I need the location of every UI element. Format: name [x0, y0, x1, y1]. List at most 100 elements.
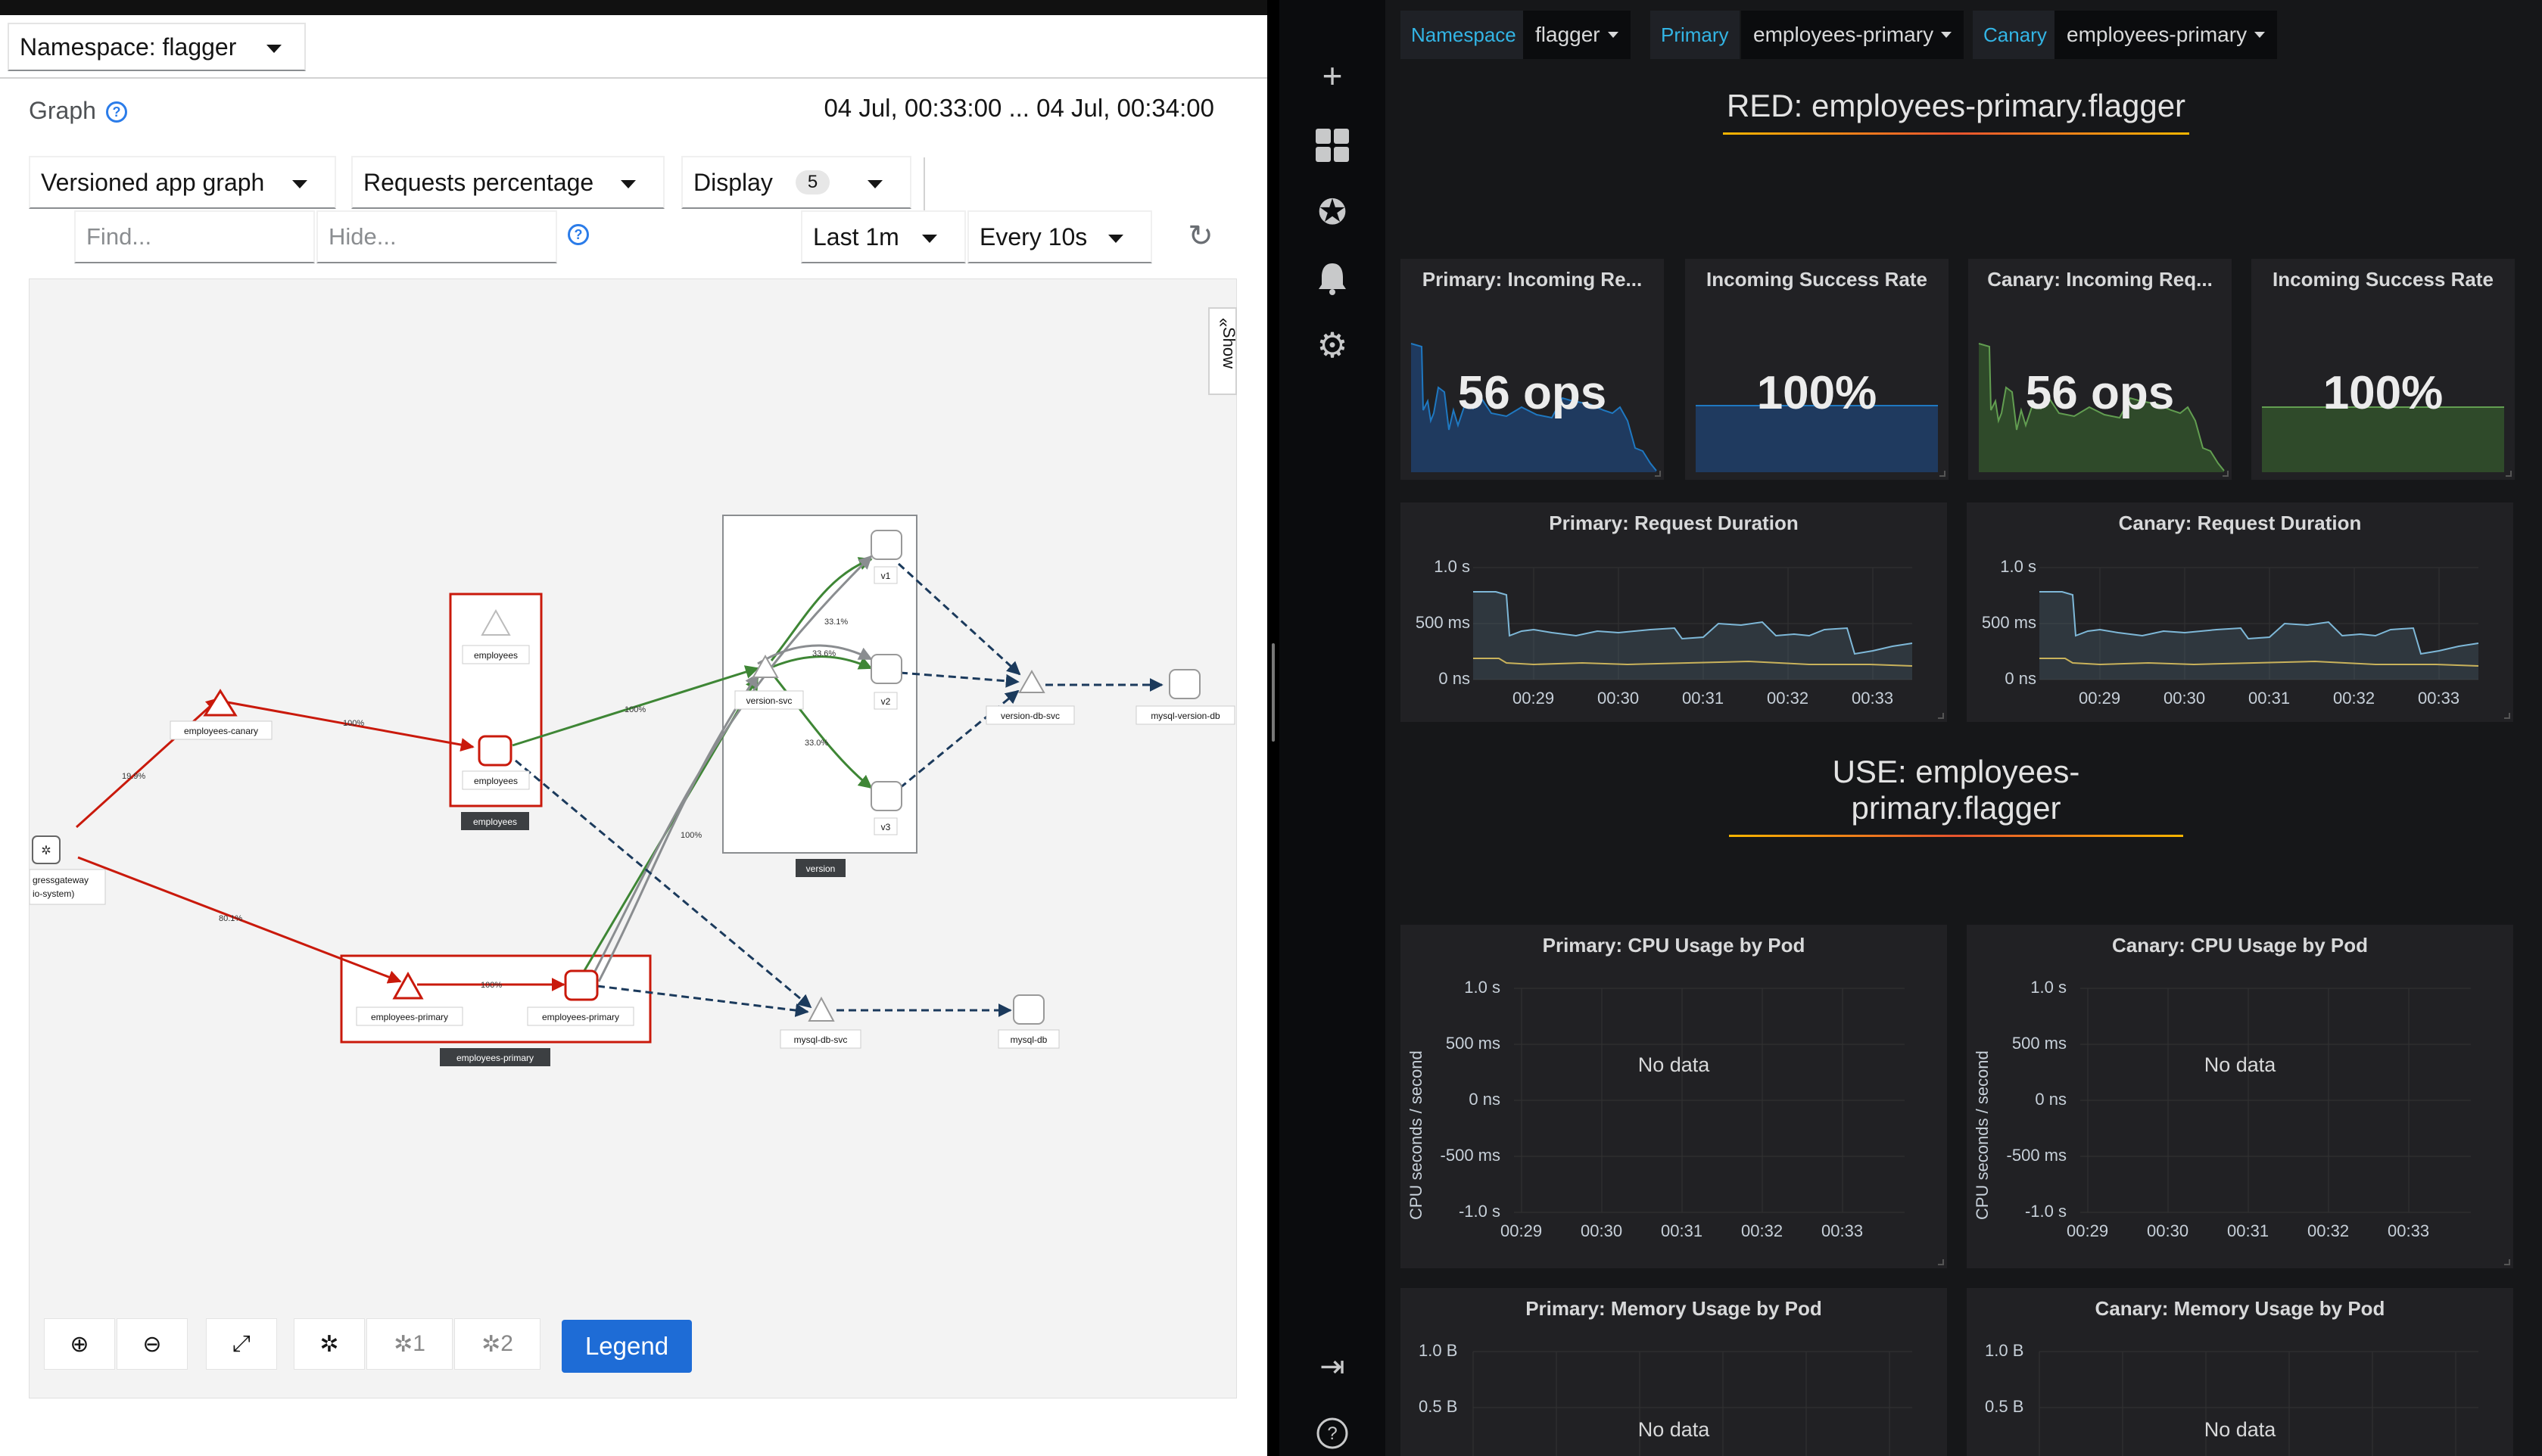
y-tick: 0 ns	[2035, 1090, 2067, 1109]
stat-value: 100%	[1756, 367, 1877, 419]
edge-labels-label: Requests percentage	[363, 168, 594, 196]
mysql-version-db-node[interactable]	[1169, 669, 1201, 699]
pane-divider[interactable]	[1267, 0, 1279, 1456]
fit-graph-button[interactable]: ⤢	[206, 1318, 277, 1370]
mysql-db-svc-node[interactable]	[808, 996, 835, 1022]
edge-gw-canary[interactable]	[75, 697, 220, 829]
v3-node[interactable]	[871, 781, 902, 811]
x-tick: 00:30	[2147, 1221, 2189, 1240]
stat-panel-canary-success[interactable]: Incoming Success Rate 100%	[2251, 259, 2515, 480]
panel-resize-handle[interactable]	[2504, 1259, 2510, 1265]
primary-variable-select[interactable]: employees-primary	[1741, 11, 1964, 59]
refresh-interval-label: Every 10s	[980, 222, 1088, 250]
edge-v2-versiondb[interactable]	[899, 671, 1020, 688]
primary-memory-panel[interactable]: Primary: Memory Usage by Pod 1.0 B 0.5 B…	[1400, 1288, 1947, 1456]
graph-canvas[interactable]: 19.9% 80.1% 100% 100% 100% 100% 33.1% 33…	[29, 278, 1237, 1398]
plus-icon[interactable]: +	[1311, 54, 1354, 97]
panel-resize-handle[interactable]	[1655, 471, 1661, 477]
stat-panel-canary-requests[interactable]: Canary: Incoming Req... 56 ops	[1968, 259, 2232, 480]
row-title-underline	[1723, 132, 2189, 135]
graph-type-label: Versioned app graph	[41, 168, 265, 196]
edge-label: 80.1%	[219, 914, 242, 923]
layout-2-label: 2	[500, 1331, 513, 1356]
find-help-icon[interactable]: ?	[568, 224, 589, 245]
node-label: gressgateway	[33, 875, 89, 885]
panel-resize-handle[interactable]	[1938, 1259, 1944, 1265]
find-input[interactable]: Find...	[74, 210, 315, 263]
help-circle-icon[interactable]: ?	[1311, 1412, 1354, 1454]
gateway-node[interactable]: ✲	[32, 835, 61, 864]
y-tick: 1.0 B	[1985, 1341, 2024, 1360]
node-label: v1	[881, 571, 891, 581]
caret-down-icon	[621, 180, 636, 188]
dashboards-icon[interactable]	[1311, 124, 1354, 166]
canary-variable-select[interactable]: employees-primary	[2054, 11, 2278, 59]
panel-resize-handle[interactable]	[1938, 713, 1944, 719]
layout-default-button[interactable]: ✲	[294, 1318, 365, 1370]
employees-primary-app-node[interactable]	[564, 969, 599, 1001]
group-label: version	[806, 863, 836, 874]
panel-resize-handle[interactable]	[2506, 471, 2512, 477]
red-row-title-text: RED: employees-primary.flagger	[1726, 88, 2186, 123]
kiali-top-bar	[0, 0, 1267, 15]
display-dropdown[interactable]: Display 5	[681, 156, 911, 209]
sign-in-icon[interactable]: ⇥	[1311, 1346, 1354, 1388]
zoom-in-button[interactable]: ⊕	[44, 1318, 115, 1370]
v2-node[interactable]	[871, 654, 902, 684]
no-data-text: No data	[2204, 1418, 2276, 1441]
y-tick: 0.5 B	[1985, 1397, 2024, 1416]
node-label: employees	[474, 776, 518, 786]
show-side-panel-tab[interactable]: Show «	[1208, 307, 1238, 395]
panel-resize-handle[interactable]	[1939, 471, 1945, 477]
x-tick: 00:32	[1741, 1221, 1783, 1240]
explore-icon[interactable]: ✪	[1311, 191, 1354, 233]
stat-panel-primary-requests[interactable]: Primary: Incoming Re... 56 ops	[1400, 259, 1664, 480]
duration-graph	[1473, 567, 1913, 680]
bell-icon[interactable]	[1311, 257, 1354, 300]
layout-2-button[interactable]: ✲ 2	[454, 1318, 540, 1370]
canary-cpu-panel[interactable]: Canary: CPU Usage by Pod CPU seconds / s…	[1967, 925, 2513, 1268]
help-icon[interactable]: ?	[106, 101, 127, 123]
y-tick: 500 ms	[1445, 1034, 1500, 1053]
primary-cpu-panel[interactable]: Primary: CPU Usage by Pod CPU seconds / …	[1400, 925, 1947, 1268]
v1-node[interactable]	[871, 530, 902, 560]
y-tick: 0 ns	[1469, 1090, 1500, 1109]
mysql-db-node[interactable]	[1013, 994, 1045, 1025]
divider-grip[interactable]	[1272, 643, 1275, 742]
namespace-dropdown[interactable]: Namespace: flagger	[8, 23, 306, 71]
caret-down-icon	[1607, 32, 1618, 38]
refresh-icon[interactable]: ↻	[1185, 221, 1216, 251]
hide-input[interactable]: Hide...	[316, 210, 557, 263]
hide-placeholder: Hide...	[329, 223, 397, 250]
refresh-interval-dropdown[interactable]: Every 10s	[967, 210, 1152, 263]
zoom-out-button[interactable]: ⊖	[117, 1318, 188, 1370]
canary-request-duration-panel[interactable]: Canary: Request Duration	[1967, 502, 2513, 722]
edge-v3-versiondb[interactable]	[899, 689, 1020, 789]
x-tick: 00:32	[2307, 1221, 2350, 1240]
gear-icon[interactable]: ⚙	[1311, 324, 1354, 366]
stat-panel-primary-success[interactable]: Incoming Success Rate 100%	[1685, 259, 1949, 480]
edge-label: 33.0%	[805, 739, 828, 748]
y-tick: 1.0 s	[2030, 978, 2067, 997]
node-label: employees-primary	[371, 1012, 448, 1022]
panel-resize-handle[interactable]	[2223, 471, 2229, 477]
red-row-title: RED: employees-primary.flagger	[1723, 88, 2189, 135]
canary-memory-panel[interactable]: Canary: Memory Usage by Pod 1.0 B 0.5 B …	[1967, 1288, 2513, 1456]
show-tab-text: Show	[1220, 327, 1238, 369]
employees-app-node[interactable]	[478, 735, 512, 767]
edge-labels-dropdown[interactable]: Requests percentage	[351, 156, 665, 209]
svg-text:?: ?	[1327, 1423, 1337, 1444]
primary-request-duration-panel[interactable]: Primary: Request Duration	[1400, 502, 1947, 722]
layout-1-button[interactable]: ✲ 1	[366, 1318, 453, 1370]
edge-label: 33.6%	[812, 649, 836, 658]
graph-type-dropdown[interactable]: Versioned app graph	[29, 156, 336, 209]
show-tab-label: Show «	[1215, 318, 1238, 369]
panel-resize-handle[interactable]	[2504, 713, 2510, 719]
legend-button[interactable]: Legend	[562, 1320, 692, 1373]
no-data-text: No data	[2204, 1053, 2276, 1076]
version-db-svc-node[interactable]	[1018, 669, 1045, 693]
x-tick: 00:30	[1581, 1221, 1623, 1240]
namespace-variable-select[interactable]: flagger	[1523, 11, 1631, 59]
employees-primary-app-box[interactable]	[340, 954, 652, 1044]
duration-dropdown[interactable]: Last 1m	[801, 210, 966, 263]
